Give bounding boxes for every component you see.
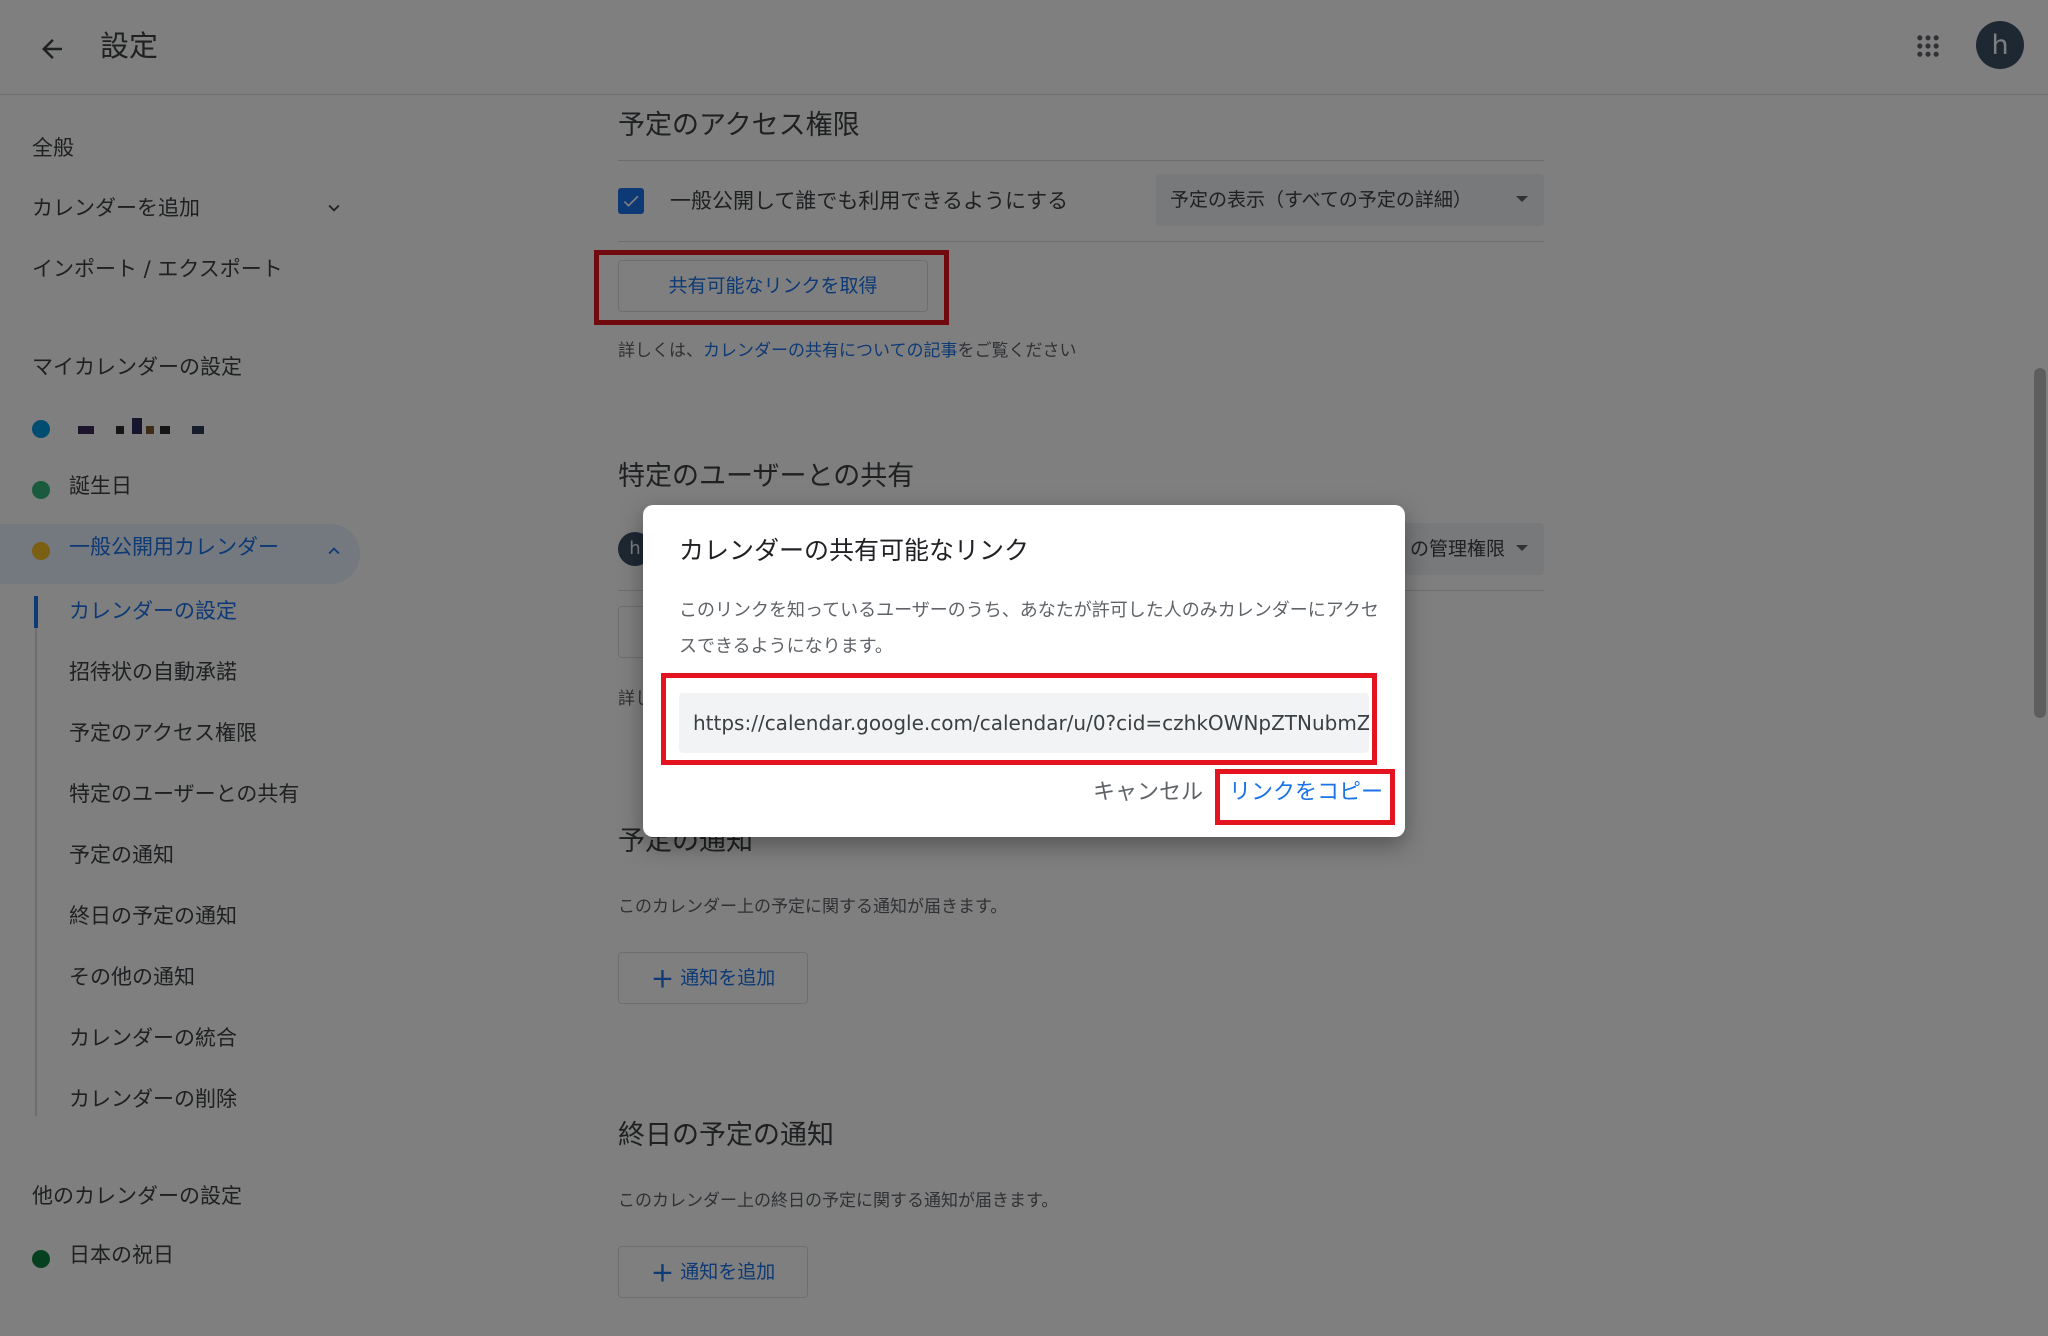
dialog-title: カレンダーの共有可能なリンク [679,536,1030,565]
dialog-description: このリンクを知っているユーザーのうち、あなたが許可した人のみカレンダーにアクセス… [679,600,1379,657]
shareable-link-dialog: カレンダーの共有可能なリンク このリンクを知っているユーザーのうち、あなたが許可… [643,505,1405,837]
highlight-box [1215,769,1395,825]
highlight-box [661,673,1377,765]
cancel-button[interactable]: キャンセル [1093,771,1203,815]
